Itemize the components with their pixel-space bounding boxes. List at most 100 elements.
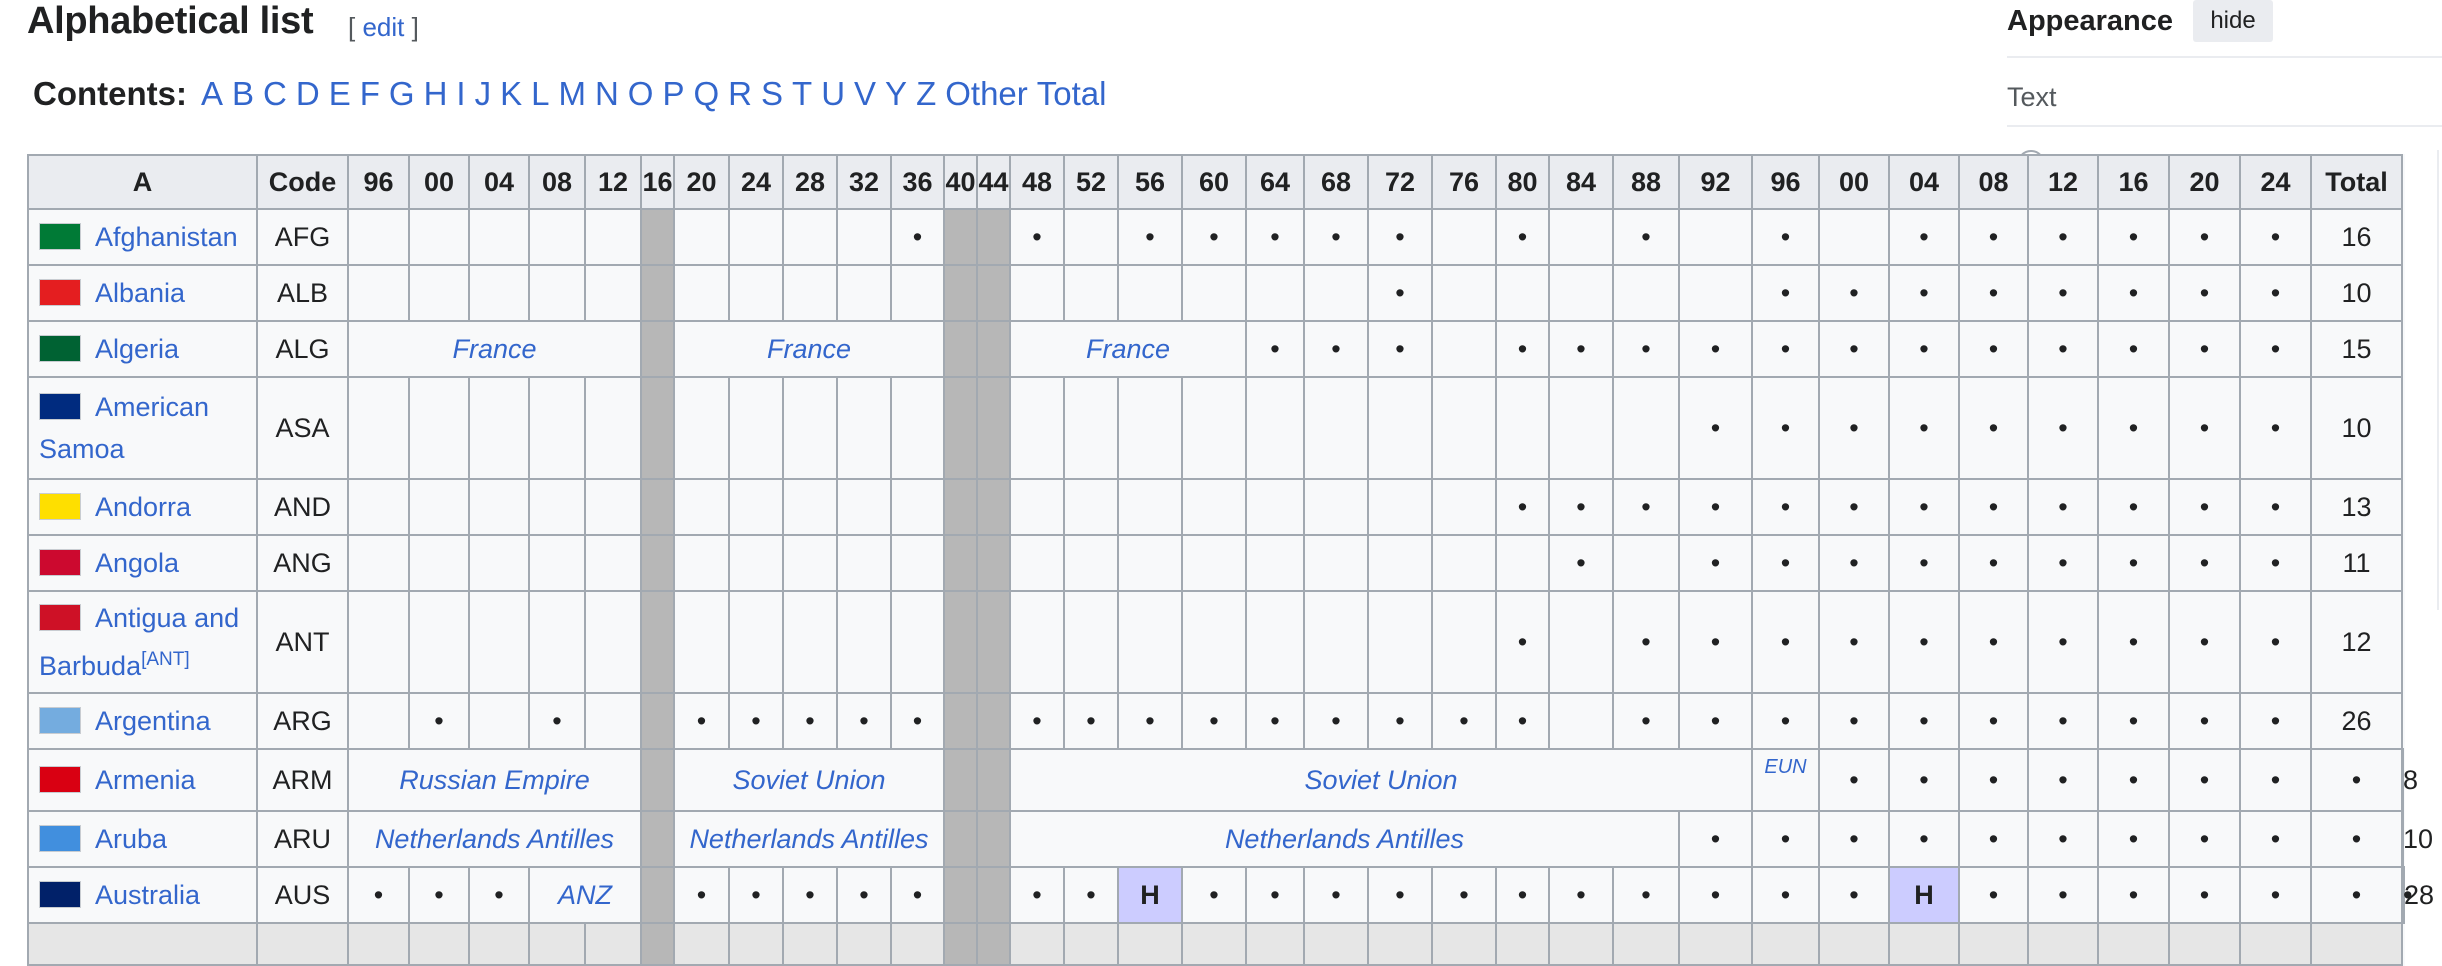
predecessor-link[interactable]: Netherlands Antilles <box>1009 810 1680 868</box>
country-link[interactable]: Albania <box>95 278 185 308</box>
column-header: 00 <box>1818 154 1890 210</box>
contents-link-j[interactable]: J <box>475 75 492 112</box>
country-link[interactable]: Andorra <box>95 492 191 522</box>
contents-link-total[interactable]: Total <box>1037 75 1107 112</box>
contents-link-s[interactable]: S <box>761 75 783 112</box>
total-cell: 10 <box>2401 810 2433 868</box>
participation-dot: • <box>1431 866 1497 924</box>
contents-link-z[interactable]: Z <box>916 75 936 112</box>
predecessor-link[interactable]: Netherlands Antilles <box>347 810 642 868</box>
contents-link-m[interactable]: M <box>558 75 586 112</box>
contents-link-y[interactable]: Y <box>885 75 907 112</box>
contents-link-v[interactable]: V <box>854 75 876 112</box>
participation-dot: • <box>2239 264 2312 322</box>
hide-button[interactable]: hide <box>2193 0 2273 42</box>
contents-link-l[interactable]: L <box>531 75 549 112</box>
predecessor-link[interactable]: France <box>1009 320 1247 378</box>
empty-cell <box>1548 376 1614 480</box>
cancelled-games-cell <box>943 478 978 536</box>
empty-cell <box>1367 534 1433 592</box>
predecessor-link[interactable]: Soviet Union <box>1009 748 1753 812</box>
participation-dot: • <box>2027 264 2099 322</box>
participation-dot: • <box>1612 478 1680 536</box>
empty-cell <box>528 534 586 592</box>
appearance-title: Appearance <box>2007 5 2174 37</box>
empty-cell <box>1181 534 1247 592</box>
participation-dot: • <box>890 866 945 924</box>
contents-link-t[interactable]: T <box>792 75 812 112</box>
predecessor-link[interactable]: ANZ <box>528 866 642 924</box>
contents-link-d[interactable]: D <box>296 75 320 112</box>
column-header: 60 <box>1181 154 1247 210</box>
cancelled-games-cell <box>943 590 978 694</box>
cancelled-games-cell <box>943 264 978 322</box>
empty-cell <box>1612 922 1680 966</box>
contents-link-q[interactable]: Q <box>693 75 719 112</box>
participation-dot: • <box>2027 590 2099 694</box>
column-header: 08 <box>1958 154 2029 210</box>
empty-cell <box>408 264 470 322</box>
empty-cell <box>468 478 530 536</box>
column-header: 44 <box>976 154 1011 210</box>
contents-link-f[interactable]: F <box>360 75 380 112</box>
cancelled-games-cell <box>976 208 1011 266</box>
empty-cell <box>468 534 530 592</box>
column-header: 16 <box>640 154 675 210</box>
participation-dot: • <box>1678 478 1753 536</box>
empty-cell <box>528 376 586 480</box>
country-link[interactable]: Angola <box>95 548 179 578</box>
country-link[interactable]: Aruba <box>95 824 167 854</box>
participation-dot: • <box>1548 478 1614 536</box>
empty-cell <box>890 264 945 322</box>
contents-link-i[interactable]: I <box>456 75 465 112</box>
contents-link-n[interactable]: N <box>595 75 619 112</box>
country-code: ALG <box>256 320 349 378</box>
contents-link-o[interactable]: O <box>628 75 654 112</box>
participation-dot: • <box>2027 866 2099 924</box>
country-link[interactable]: Australia <box>95 880 200 910</box>
contents-link-p[interactable]: P <box>662 75 684 112</box>
participation-dot: • <box>1367 866 1433 924</box>
cancelled-games-cell <box>943 866 978 924</box>
cancelled-games-cell <box>943 376 978 480</box>
contents-link-c[interactable]: C <box>263 75 287 112</box>
empty-cell <box>347 534 410 592</box>
empty-cell <box>673 478 730 536</box>
predecessor-link[interactable]: Netherlands Antilles <box>673 810 945 868</box>
empty-cell <box>1009 590 1065 694</box>
edit-link[interactable]: edit <box>362 12 404 42</box>
empty-cell <box>1431 264 1497 322</box>
empty-cell <box>1117 590 1183 694</box>
predecessor-link[interactable]: France <box>347 320 642 378</box>
column-header: 40 <box>943 154 978 210</box>
contents-link-h[interactable]: H <box>424 75 448 112</box>
contents-link-u[interactable]: U <box>821 75 845 112</box>
country-link[interactable]: Algeria <box>95 334 179 364</box>
empty-cell <box>1303 264 1369 322</box>
empty-cell <box>673 534 730 592</box>
contents-link-g[interactable]: G <box>389 75 415 112</box>
country-link[interactable]: Argentina <box>95 706 211 736</box>
participation-dot: • <box>1818 748 1890 812</box>
contents-link-r[interactable]: R <box>728 75 752 112</box>
contents-link-k[interactable]: K <box>500 75 522 112</box>
predecessor-link[interactable]: Russian Empire <box>347 748 642 812</box>
footnote-link[interactable]: [ANT] <box>141 649 190 670</box>
country-cell: Aruba <box>27 810 258 868</box>
contents-link-other[interactable]: Other <box>945 75 1028 112</box>
empty-cell <box>728 534 784 592</box>
country-link[interactable]: Armenia <box>95 765 196 795</box>
predecessor-link[interactable]: France <box>673 320 945 378</box>
contents-link-a[interactable]: A <box>201 75 223 112</box>
empty-cell <box>728 208 784 266</box>
participation-dot: • <box>1888 534 1960 592</box>
empty-cell <box>1495 264 1550 322</box>
predecessor-link[interactable]: EUN <box>1751 748 1820 812</box>
participation-dot: • <box>1751 264 1820 322</box>
contents-link-b[interactable]: B <box>232 75 254 112</box>
country-link[interactable]: Afghanistan <box>95 222 238 252</box>
empty-cell <box>2168 922 2241 966</box>
empty-cell <box>347 376 410 480</box>
contents-link-e[interactable]: E <box>329 75 351 112</box>
predecessor-link[interactable]: Soviet Union <box>673 748 945 812</box>
